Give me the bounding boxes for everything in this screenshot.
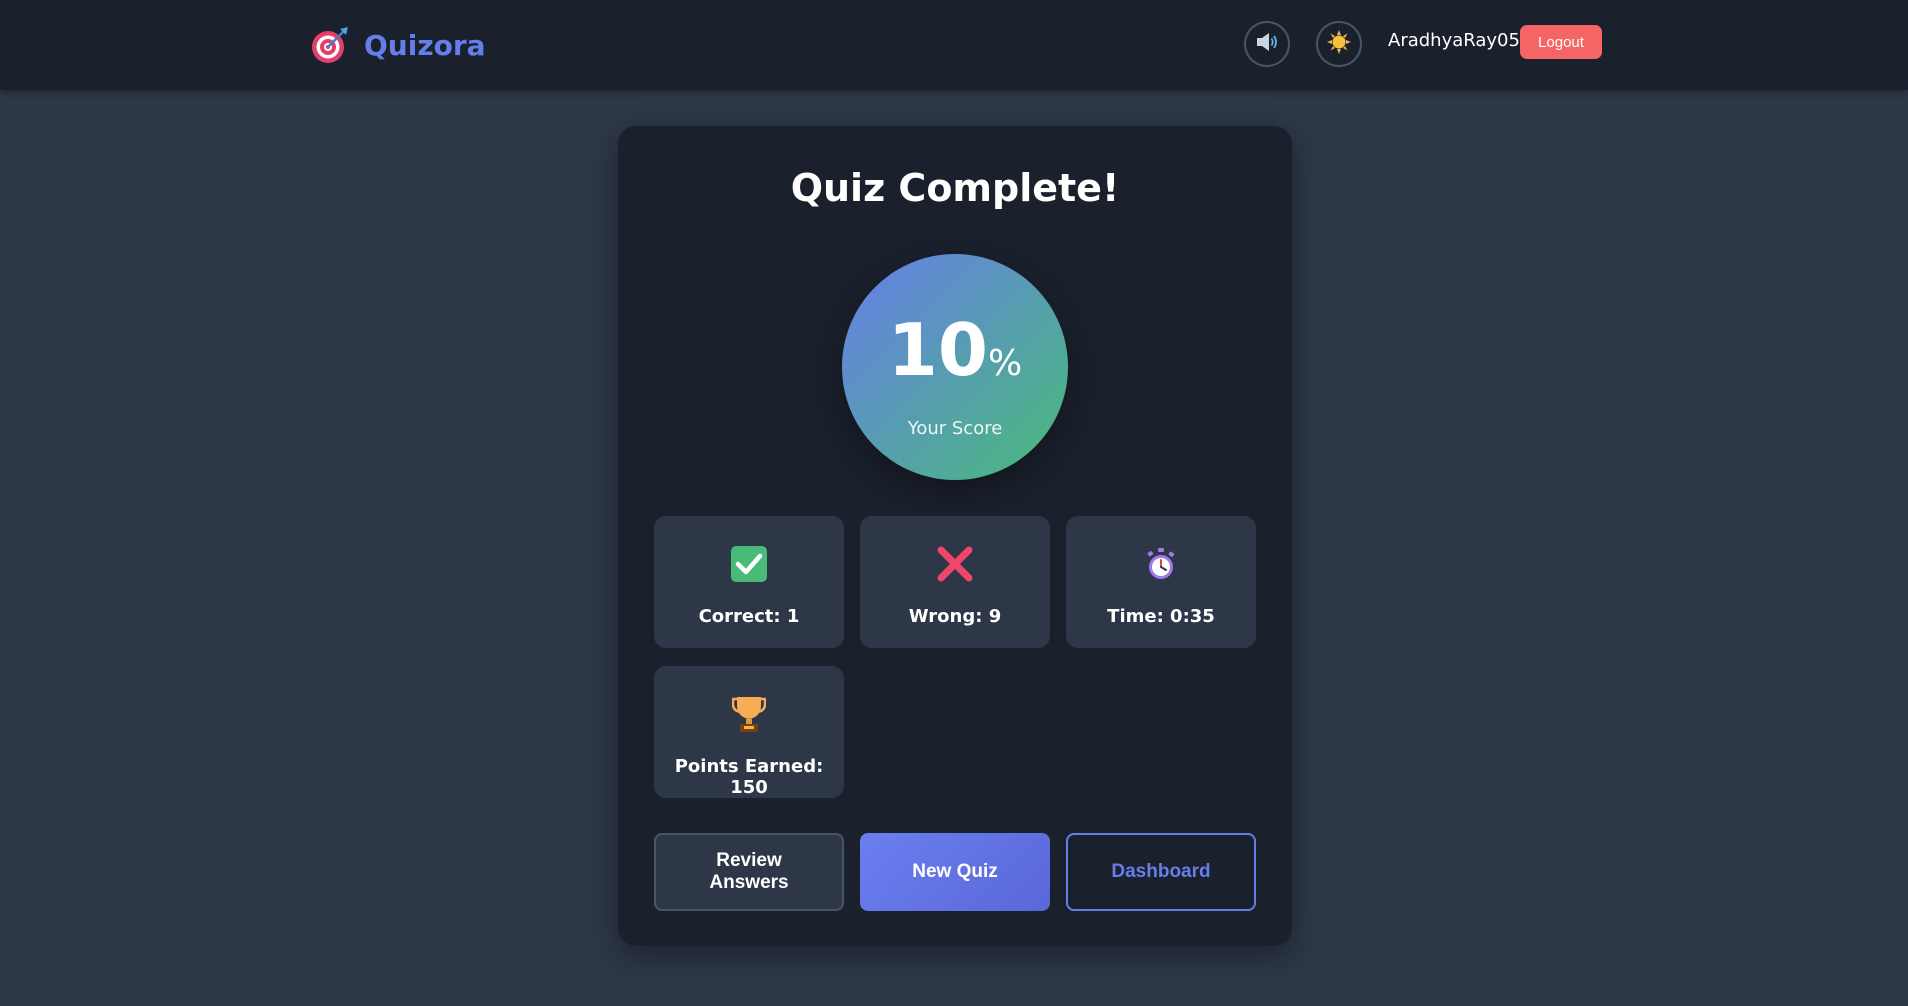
stat-time: Time: 0:35 bbox=[1066, 516, 1256, 648]
score-circle: 10% Your Score bbox=[842, 254, 1068, 480]
top-navbar: Quizora AradhyaRay05 Logout bbox=[0, 0, 1908, 90]
new-quiz-button[interactable]: New Quiz bbox=[860, 833, 1050, 911]
stat-wrong: Wrong: 9 bbox=[860, 516, 1050, 648]
review-answers-button[interactable]: Review Answers bbox=[654, 833, 844, 911]
score-unit: % bbox=[987, 343, 1023, 384]
sun-icon bbox=[1327, 29, 1351, 59]
stat-points-label: Points Earned: 150 bbox=[674, 756, 824, 798]
brand[interactable]: Quizora bbox=[310, 24, 486, 66]
stat-points: Points Earned: 150 bbox=[654, 666, 844, 798]
check-mark-icon bbox=[654, 544, 844, 584]
logout-button[interactable]: Logout bbox=[1520, 25, 1602, 59]
results-card: Quiz Complete! 10% Your Score Correct: 1… bbox=[618, 126, 1292, 946]
stat-time-label: Time: 0:35 bbox=[1107, 606, 1215, 627]
stat-correct-label: Correct: 1 bbox=[698, 606, 800, 627]
score-number: 10 bbox=[887, 308, 988, 392]
stat-correct: Correct: 1 bbox=[654, 516, 844, 648]
stopwatch-icon bbox=[1066, 544, 1256, 584]
target-dart-icon bbox=[310, 25, 350, 65]
cross-mark-icon bbox=[860, 544, 1050, 584]
stat-wrong-label: Wrong: 9 bbox=[908, 606, 1002, 627]
speaker-icon bbox=[1255, 30, 1279, 59]
trophy-icon bbox=[654, 694, 844, 734]
dashboard-button[interactable]: Dashboard bbox=[1066, 833, 1256, 911]
score-value: 10% bbox=[842, 308, 1068, 392]
page-title: Quiz Complete! bbox=[790, 166, 1120, 210]
username: AradhyaRay05 bbox=[1388, 30, 1520, 51]
theme-toggle-button[interactable] bbox=[1316, 21, 1362, 67]
brand-name: Quizora bbox=[364, 28, 486, 62]
sound-toggle-button[interactable] bbox=[1244, 21, 1290, 67]
score-label: Your Score bbox=[907, 418, 1003, 439]
